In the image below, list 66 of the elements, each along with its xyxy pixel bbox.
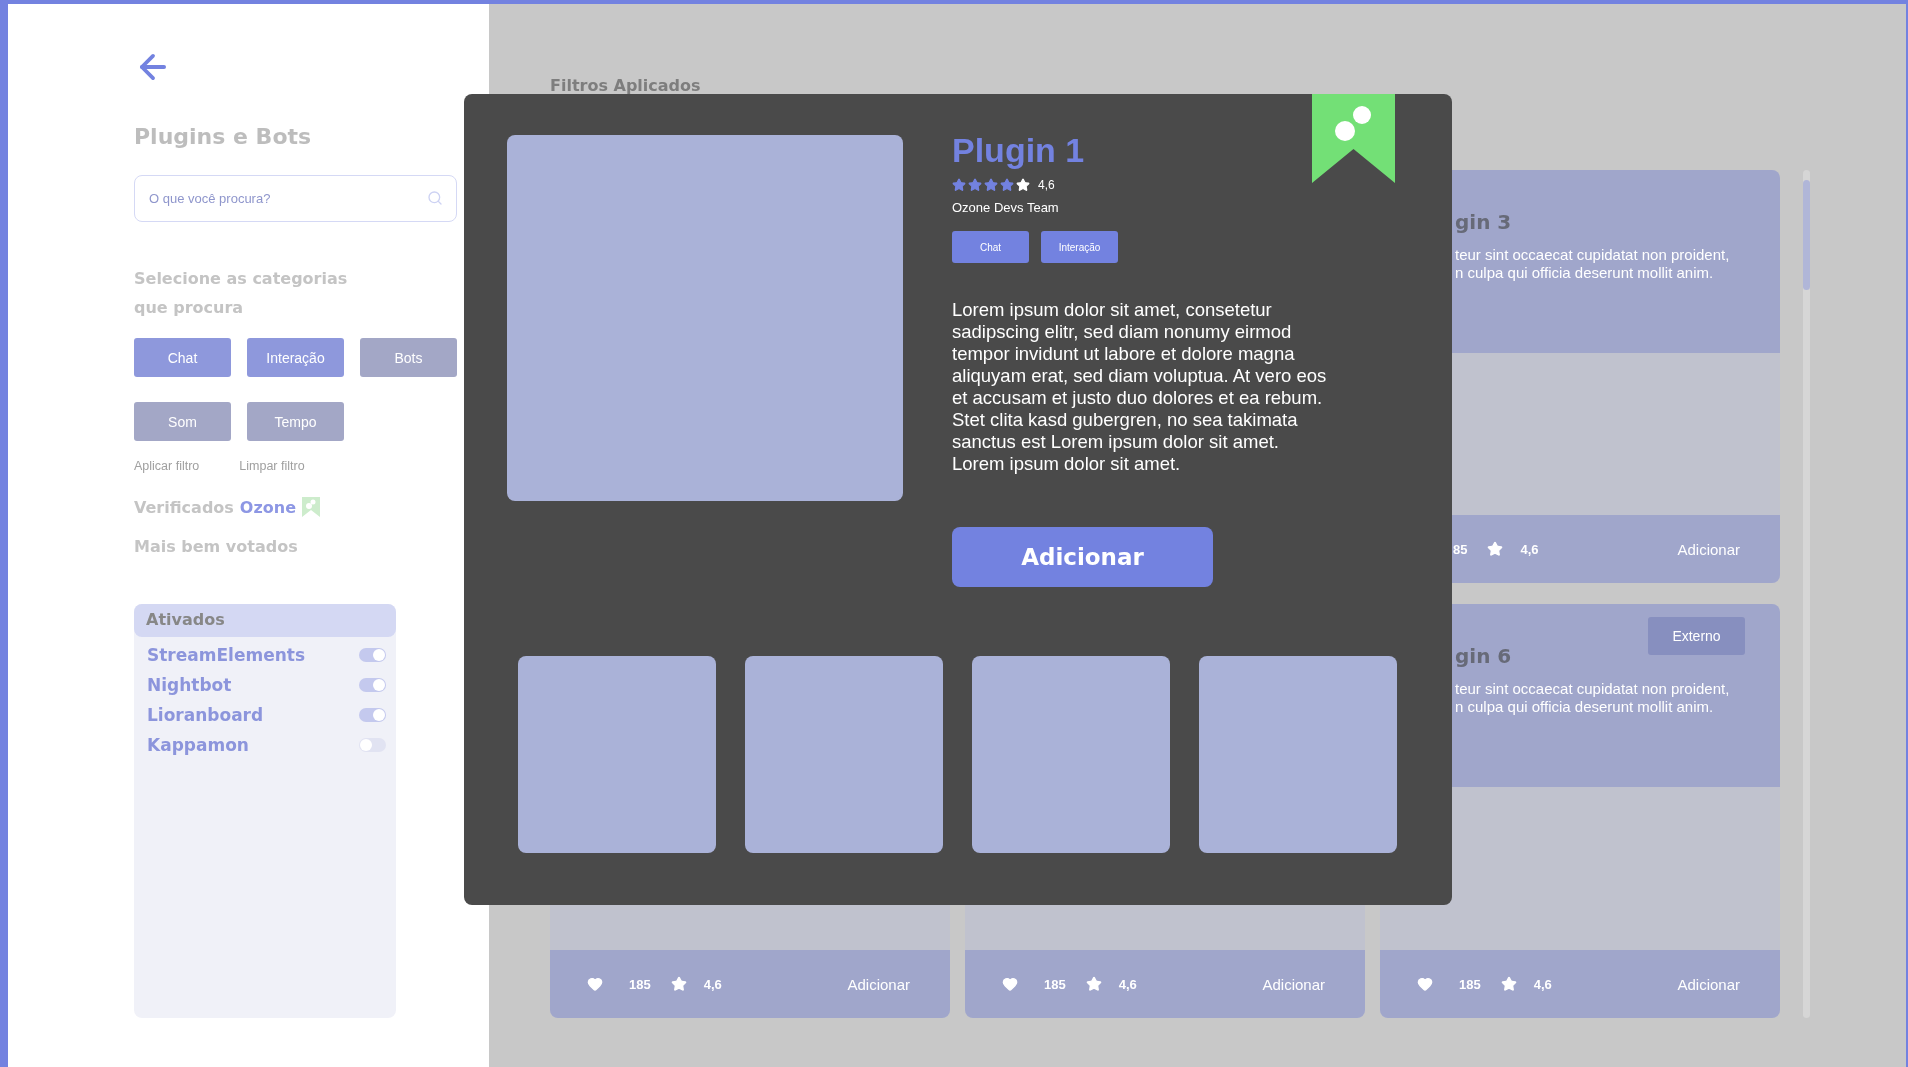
plugin-name: Lioranboard bbox=[147, 705, 264, 725]
external-badge: Externo bbox=[1648, 617, 1745, 655]
toggle-switch[interactable] bbox=[359, 738, 386, 752]
category-chip[interactable]: Interação bbox=[247, 338, 344, 377]
likes-count: 185 bbox=[1459, 976, 1481, 992]
star-icon bbox=[952, 178, 966, 192]
thumbnail-placeholder[interactable] bbox=[518, 656, 716, 853]
star-icon bbox=[670, 976, 687, 992]
toggle-switch[interactable] bbox=[359, 708, 386, 722]
star-icon bbox=[1000, 178, 1014, 192]
thumbnail-placeholder[interactable] bbox=[745, 656, 943, 853]
likes-count: 185 bbox=[1044, 976, 1066, 992]
star-icon bbox=[1500, 976, 1517, 992]
rating-value: 4,6 bbox=[1118, 976, 1137, 992]
author-name: Ozone Devs Team bbox=[952, 200, 1060, 215]
add-link[interactable]: Adicionar bbox=[847, 975, 910, 993]
filter-link[interactable]: Aplicar filtro bbox=[134, 459, 200, 473]
add-button[interactable]: Adicionar bbox=[952, 527, 1213, 587]
page-title: Plugins e Bots bbox=[134, 124, 313, 149]
plugin-name: Nightbot bbox=[147, 675, 232, 695]
search-field[interactable]: O que você procura? bbox=[134, 175, 457, 222]
card-description: teur sint occaecat cupidatat non proident, n culpa qui officia deserunt mollit anim. bbox=[1455, 246, 1731, 282]
plugin-description: Lorem ipsum dolor sit amet, consetetur sadipscing elitr, sed diam nonumy eirmod tempor invidunt ut labore et dolore magna aliquyam erat, sed diam voluptua. At vero eos et accusam et justo duo dolores et ea rebum. Stet clita kasd gubergren, no sea takimata sanctus est Lorem ipsum dolor sit amet. Lorem ipsum dolor sit amet. bbox=[952, 299, 1328, 475]
add-link[interactable]: Adicionar bbox=[1677, 975, 1740, 993]
plugin-name: StreamElements bbox=[147, 645, 306, 665]
scrollbar[interactable] bbox=[1803, 170, 1810, 1018]
plugin-name: Kappamon bbox=[147, 735, 249, 755]
star-icon bbox=[984, 178, 998, 192]
category-tag[interactable]: Interação bbox=[1041, 231, 1118, 263]
star-icon bbox=[1085, 976, 1102, 992]
heart-icon[interactable] bbox=[1417, 976, 1433, 992]
panel-header: Ativados bbox=[134, 604, 396, 637]
category-chip[interactable]: Chat bbox=[134, 338, 231, 377]
star-icon bbox=[968, 178, 982, 192]
brand-name: Ozone bbox=[239, 497, 296, 517]
rating-value: 4,6 bbox=[1038, 178, 1055, 192]
rating-value: 4,6 bbox=[1533, 976, 1552, 992]
card-title: gin 6 bbox=[1455, 644, 1513, 668]
category-chip[interactable]: Tempo bbox=[247, 402, 344, 441]
category-tag[interactable]: Chat bbox=[952, 231, 1029, 263]
categories-heading: Selecione as categorias que procura bbox=[134, 268, 349, 319]
thumbnail-placeholder[interactable] bbox=[972, 656, 1170, 853]
search-icon[interactable] bbox=[427, 190, 443, 206]
card-description: teur sint occaecat cupidatat non proident, n culpa qui officia deserunt mollit anim. bbox=[1455, 680, 1731, 716]
heart-icon[interactable] bbox=[587, 976, 603, 992]
filter-link[interactable]: Limpar filtro bbox=[239, 459, 305, 473]
likes-count: 85 bbox=[1453, 541, 1468, 557]
star-icon bbox=[1487, 541, 1504, 557]
verified-ribbon-icon bbox=[1312, 94, 1395, 183]
verified-label: Verificados bbox=[134, 497, 234, 517]
rating-value: 4,6 bbox=[703, 976, 722, 992]
plugin-title: Plugin 1 bbox=[952, 131, 1086, 170]
category-chip[interactable]: Som bbox=[134, 402, 231, 441]
thumbnail-placeholder[interactable] bbox=[1199, 656, 1397, 853]
toggle-switch[interactable] bbox=[359, 678, 386, 692]
rating-value: 4,6 bbox=[1520, 541, 1539, 557]
star-icon bbox=[1016, 178, 1030, 192]
category-chip[interactable]: Bots bbox=[360, 338, 457, 377]
bookmark-icon bbox=[302, 497, 320, 517]
add-link[interactable]: Adicionar bbox=[1677, 540, 1740, 558]
likes-count: 185 bbox=[629, 976, 651, 992]
add-link[interactable]: Adicionar bbox=[1262, 975, 1325, 993]
toggle-switch[interactable] bbox=[359, 648, 386, 662]
section-heading: Filtros Aplicados bbox=[550, 76, 702, 96]
heart-icon[interactable] bbox=[1002, 976, 1018, 992]
card-title: gin 3 bbox=[1455, 210, 1513, 234]
